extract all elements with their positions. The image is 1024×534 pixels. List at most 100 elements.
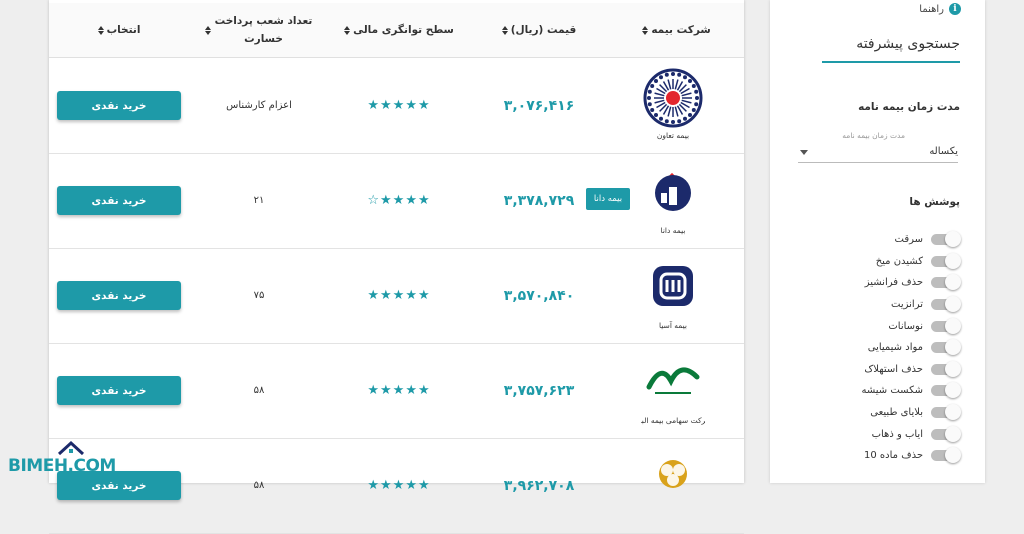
toggle-switch[interactable] [931,252,961,269]
company-logo: بیمه تعاون [643,68,703,140]
company-logo: بیمه آسیا [653,266,693,330]
logo-caption: بیمه آسیا [659,320,687,330]
coverage-toggle-row: کشیدن میخ [809,251,961,273]
coverage-label: حذف ماده 10 [864,450,923,462]
rating-stars: ★★★★★ [367,478,430,493]
branch-count: ۵۸ [253,480,265,491]
coverage-label: کشیدن میخ [875,255,923,267]
header-company[interactable]: شرکت بیمه [609,3,744,57]
price-value: ۳,۷۵۷,۶۲۳ [503,382,575,399]
buy-cash-button[interactable]: خرید نقدی [57,281,181,310]
toggle-switch[interactable] [931,425,961,442]
coverage-section-title: پوشش ها [909,196,960,208]
coverage-label: ترانزیت [891,299,923,311]
company-logo: شرکت سهامی بیمه البرز [641,367,705,425]
table-row: ۳,۹۶۲,۷۰۸ ★★★★★ ۵۸ خرید نقدی [49,438,744,534]
sort-icon [344,25,351,35]
table-row: شرکت سهامی بیمه البرز۳,۷۵۷,۶۲۳★★★★★۵۸خری… [49,343,744,439]
coverage-toggle-row: حذف استهلاک [809,359,961,381]
company-logo [659,460,687,488]
coverage-label: مواد شیمیایی [867,342,923,354]
duration-select[interactable]: یکساله [798,145,958,163]
price-value: ۳,۰۷۶,۴۱۶ [503,97,575,114]
table-header: شرکت بیمه قیمت (ریال) سطح توانگری مالی ت… [49,3,744,58]
star-icon: ★ [392,478,406,493]
star-icon: ☆ [367,193,381,208]
price-value: ۳,۵۷۰,۸۴۰ [503,287,575,304]
header-branches[interactable]: تعداد شعب پرداخت خسارت [189,3,329,57]
toggle-switch[interactable] [931,404,961,421]
buy-cash-button[interactable]: خرید نقدی [57,186,181,215]
toggle-switch[interactable] [931,339,961,356]
header-rating[interactable]: سطح توانگری مالی [329,3,469,57]
star-icon: ★ [380,98,393,113]
toggle-knob [945,382,961,399]
star-icon: ★ [417,288,431,303]
toggle-knob [945,274,961,291]
toggle-knob [945,404,961,421]
toggle-knob [945,317,961,334]
branch-count: ۲۱ [253,195,265,206]
chevron-down-icon [800,150,808,155]
star-icon: ★ [367,383,381,398]
toggle-knob [945,425,961,442]
coverage-list: سرقت کشیدن میخ حذف فرانشیز ترانزیت نوسانات مو… [809,229,961,467]
star-icon: ★ [405,383,418,398]
branch-count: ۵۸ [253,385,265,396]
toggle-knob [945,360,961,377]
rating-stars: ★★★★☆ [367,193,430,208]
star-icon: ★ [417,478,431,493]
coverage-toggle-row: حذف ماده 10 [809,445,961,467]
rating-stars: ★★★★★ [367,288,430,303]
star-icon: ★ [392,193,406,208]
star-icon: ★ [392,288,406,303]
help-link[interactable]: i راهنما [919,3,961,15]
header-select[interactable]: انتخاب [49,3,189,57]
sort-icon [642,25,649,35]
header-price[interactable]: قیمت (ریال) [469,3,609,57]
toggle-switch[interactable] [931,231,961,248]
toggle-switch[interactable] [931,447,961,464]
toggle-knob [945,231,961,248]
duration-value: یکساله [929,146,958,157]
coverage-toggle-row: بلایای طبیعی [809,402,961,424]
star-icon: ★ [417,98,431,113]
coverage-toggle-row: سرقت [809,229,961,251]
coverage-label: نوسانات [888,320,923,332]
sort-icon [97,25,104,35]
logo-caption: بیمه دانا [661,226,686,235]
coverage-label: بلایای طبیعی [870,407,923,419]
panel-title: جستجوی پیشرفته [822,36,960,63]
logo-caption: بیمه تعاون [657,131,689,140]
star-icon: ★ [392,383,406,398]
table-row: بیمه تعاون ۳,۰۷۶,۴۱۶ ★★★★★ اعزام کارشناس خری… [49,58,744,154]
buy-cash-button[interactable]: خرید نقدی [57,91,181,120]
coverage-toggle-row: نوسانات [809,315,961,337]
coverage-label: ایاب و ذهاب [871,428,923,440]
coverage-toggle-row: حذف فرانشیز [809,272,961,294]
toggle-switch[interactable] [931,317,961,334]
price-value: ۳,۳۷۸,۷۲۹ [503,192,575,209]
coverage-toggle-row: ترانزیت [809,294,961,316]
coverage-toggle-row: شکست شیشه [809,380,961,402]
toggle-switch[interactable] [931,360,961,377]
branch-count: ۷۵ [253,290,265,301]
star-icon: ★ [380,288,393,303]
star-icon: ★ [392,98,406,113]
duration-section-title: مدت زمان بیمه نامه [858,101,960,113]
sort-icon [501,25,508,35]
results-table: شرکت بیمه قیمت (ریال) سطح توانگری مالی ت… [49,0,744,534]
star-icon: ★ [417,383,431,398]
info-icon: i [949,3,961,15]
toggle-switch[interactable] [931,296,961,313]
star-icon: ★ [380,193,393,208]
toggle-switch[interactable] [931,274,961,291]
star-icon: ★ [367,98,381,113]
toggle-switch[interactable] [931,382,961,399]
coverage-label: سرقت [894,234,924,246]
star-icon: ★ [405,98,418,113]
toggle-knob [945,296,961,313]
advanced-search-panel: i راهنما جستجوی پیشرفته مدت زمان بیمه نا… [770,0,985,483]
buy-cash-button[interactable]: خرید نقدی [57,376,181,405]
coverage-label: حذف استهلاک [864,363,923,375]
